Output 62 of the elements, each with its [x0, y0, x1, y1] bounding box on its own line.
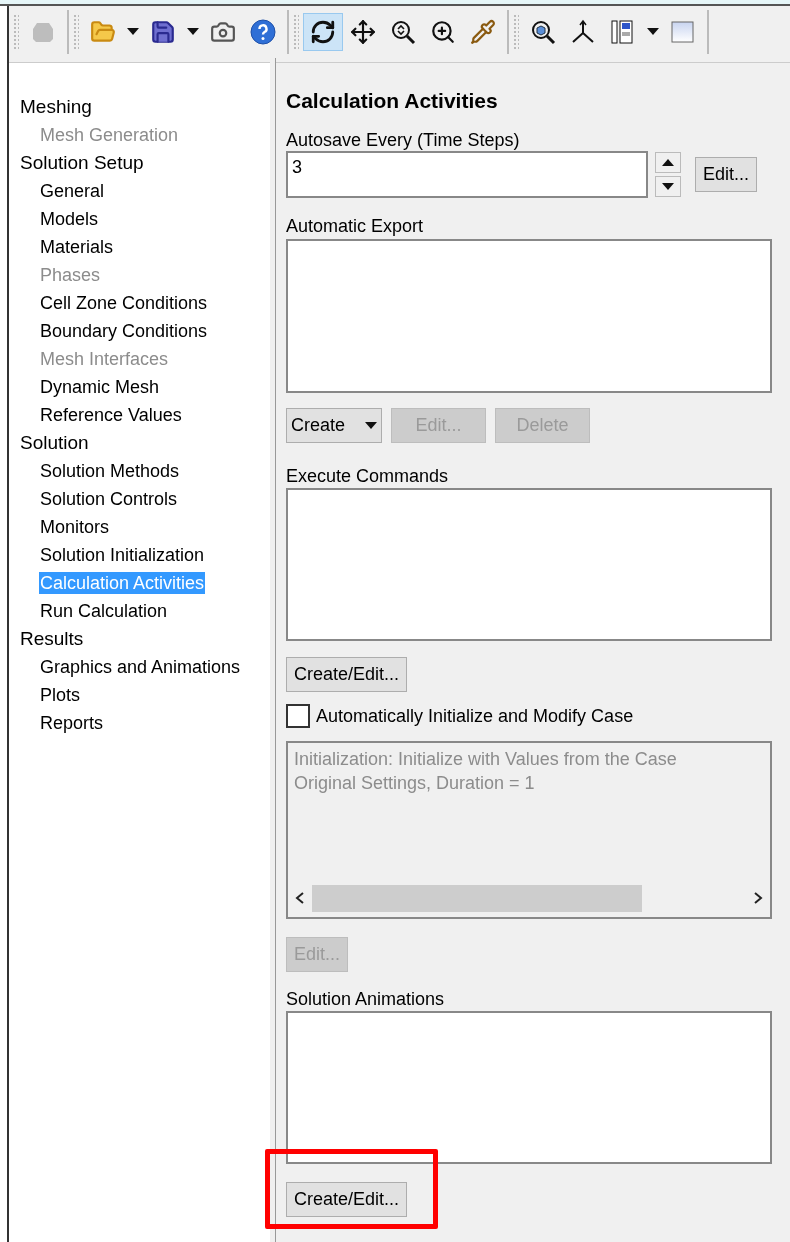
- scroll-left-icon: [294, 891, 306, 905]
- toolbar-button[interactable]: [303, 13, 343, 51]
- up-arrow-icon: [662, 159, 674, 166]
- tree-item[interactable]: Monitors: [39, 516, 111, 538]
- help-icon: [250, 19, 276, 45]
- folder-icon: [90, 19, 116, 45]
- input-field[interactable]: 3: [286, 151, 648, 198]
- axes-icon: [570, 19, 596, 45]
- checkbox-label: Automatically Initialize and Modify Case: [316, 704, 634, 728]
- tree-item[interactable]: Solution Methods: [39, 460, 181, 482]
- rotate-icon: [310, 19, 336, 45]
- tree-item[interactable]: Models: [39, 208, 100, 230]
- tree-item[interactable]: Solution Initialization: [39, 544, 206, 566]
- button[interactable]: Create/Edit...: [286, 657, 408, 692]
- tree-item[interactable]: Cell Zone Conditions: [39, 292, 209, 314]
- list-box[interactable]: [286, 1011, 772, 1164]
- list-box[interactable]: [286, 239, 772, 393]
- shape-icon: [31, 20, 55, 44]
- scrollbar-thumb[interactable]: [312, 884, 642, 912]
- caret-icon: [187, 28, 199, 36]
- tree-item[interactable]: Dynamic Mesh: [39, 376, 161, 398]
- tree-item[interactable]: Graphics and Animations: [39, 656, 242, 678]
- caret-icon: [365, 421, 377, 430]
- camera-icon: [210, 19, 236, 45]
- caret-icon: [127, 28, 139, 36]
- tree-item[interactable]: Reports: [39, 712, 105, 734]
- tree-item[interactable]: Plots: [39, 684, 82, 706]
- zoom-icon: [390, 19, 416, 45]
- tree-section[interactable]: Results: [20, 625, 270, 653]
- field-label: Autosave Every (Time Steps): [286, 129, 521, 149]
- checkbox[interactable]: [286, 704, 310, 728]
- field-label: Solution Animations: [286, 988, 446, 1008]
- columns-icon: [610, 19, 636, 45]
- tree-item[interactable]: Boundary Conditions: [39, 320, 209, 342]
- list-box[interactable]: [286, 488, 772, 641]
- spin-up-button[interactable]: [655, 152, 681, 173]
- tree-item[interactable]: General: [39, 180, 106, 202]
- caret-icon: [647, 28, 659, 36]
- view-square-icon: [670, 19, 696, 45]
- button[interactable]: Create/Edit...: [286, 1182, 408, 1217]
- floppy-icon: [150, 19, 176, 45]
- pipette-icon: [470, 19, 496, 45]
- tree-section[interactable]: Meshing: [20, 93, 270, 121]
- text-line: Original Settings, Duration = 1: [294, 772, 536, 795]
- tree-item[interactable]: Reference Values: [39, 404, 183, 426]
- zoom-cube-icon: [530, 19, 556, 45]
- down-arrow-icon: [662, 183, 674, 190]
- create-dropdown[interactable]: Create: [286, 408, 382, 443]
- field-label: Execute Commands: [286, 465, 450, 485]
- move-icon: [350, 19, 376, 45]
- panel-title: Calculation Activities: [286, 88, 499, 114]
- tree-item[interactable]: Materials: [39, 236, 115, 258]
- zoom-in-icon: [430, 19, 456, 45]
- tree-section[interactable]: Solution Setup: [20, 149, 270, 177]
- text-line: Initialization: Initialize with Values from the Case: [294, 748, 678, 771]
- tree-item[interactable]: Run Calculation: [39, 600, 169, 622]
- button[interactable]: Edit...: [695, 157, 758, 192]
- spin-down-button[interactable]: [655, 176, 681, 197]
- field-label: Automatic Export: [286, 215, 425, 235]
- tree-section[interactable]: Solution: [20, 429, 270, 457]
- scroll-right-icon: [752, 891, 764, 905]
- tree-item[interactable]: Solution Controls: [39, 488, 179, 510]
